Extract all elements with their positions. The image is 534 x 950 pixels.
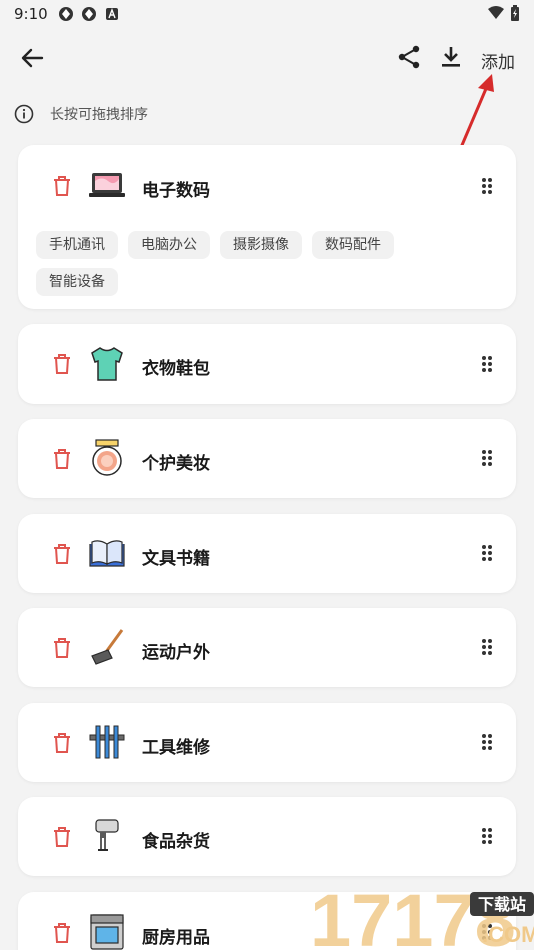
category-card-tools[interactable]: 工具维修 bbox=[18, 703, 516, 782]
category-row: 电子数码 bbox=[18, 145, 516, 225]
trash-icon[interactable] bbox=[52, 543, 72, 565]
category-label: 文具书籍 bbox=[142, 549, 210, 569]
shirt-icon bbox=[91, 347, 123, 381]
trash-icon[interactable] bbox=[52, 175, 72, 197]
category-label: 厨房用品 bbox=[142, 928, 210, 948]
share-icon[interactable] bbox=[396, 44, 422, 70]
tag-chip[interactable]: 摄影摄像 bbox=[220, 231, 302, 259]
tag-chip[interactable]: 电脑办公 bbox=[128, 231, 210, 259]
category-card-sports[interactable]: 运动户外 bbox=[18, 608, 516, 687]
info-icon bbox=[14, 104, 34, 124]
drag-handle-icon[interactable] bbox=[480, 637, 494, 657]
hint-row: 长按可拖拽排序 bbox=[14, 104, 148, 124]
racket-icon bbox=[91, 629, 124, 665]
category-label: 衣物鞋包 bbox=[142, 359, 210, 379]
trash-icon[interactable] bbox=[52, 353, 72, 375]
wifi-icon bbox=[488, 6, 504, 19]
mixer-icon bbox=[95, 819, 119, 851]
tag-chip[interactable]: 智能设备 bbox=[36, 268, 118, 296]
drag-handle-icon[interactable] bbox=[480, 354, 494, 374]
oven-icon bbox=[90, 914, 124, 950]
category-label: 运动户外 bbox=[142, 643, 210, 663]
category-card-digital[interactable]: 电子数码 手机通讯 电脑办公 摄影摄像 数码配件 智能设备 bbox=[18, 145, 516, 309]
battery-icon bbox=[511, 5, 519, 21]
drag-handle-icon[interactable] bbox=[480, 543, 494, 563]
trash-icon[interactable] bbox=[52, 448, 72, 470]
download-icon[interactable] bbox=[438, 44, 464, 70]
add-button[interactable]: 添加 bbox=[481, 48, 515, 73]
category-card-clothing[interactable]: 衣物鞋包 bbox=[18, 324, 516, 404]
compact-mirror-icon bbox=[92, 439, 122, 476]
category-card-kitchen[interactable]: 厨房用品 bbox=[18, 892, 516, 950]
category-card-beauty[interactable]: 个护美妆 bbox=[18, 419, 516, 498]
category-label: 食品杂货 bbox=[142, 832, 210, 852]
app-notification-icon bbox=[58, 7, 73, 21]
a-badge-icon bbox=[105, 8, 118, 20]
category-card-stationery[interactable]: 文具书籍 bbox=[18, 514, 516, 593]
drag-handle-icon[interactable] bbox=[480, 826, 494, 846]
back-arrow-icon[interactable] bbox=[18, 44, 46, 72]
drag-handle-icon[interactable] bbox=[480, 448, 494, 468]
category-label: 个护美妆 bbox=[142, 454, 210, 474]
book-icon bbox=[89, 540, 125, 567]
drag-handle-icon[interactable] bbox=[480, 922, 494, 942]
tag-chip[interactable]: 数码配件 bbox=[312, 231, 394, 259]
tool-rack-icon bbox=[89, 725, 125, 759]
laptop-icon bbox=[89, 173, 125, 197]
trash-icon[interactable] bbox=[52, 637, 72, 659]
status-bar: 9:10 bbox=[0, 0, 534, 28]
subcategory-tags: 手机通讯 电脑办公 摄影摄像 数码配件 智能设备 bbox=[36, 231, 436, 296]
drag-handle-icon[interactable] bbox=[480, 732, 494, 752]
category-label: 电子数码 bbox=[142, 181, 210, 201]
tag-chip[interactable]: 手机通讯 bbox=[36, 231, 118, 259]
drag-handle-icon[interactable] bbox=[480, 176, 494, 196]
status-time: 9:10 bbox=[14, 5, 48, 23]
trash-icon[interactable] bbox=[52, 922, 72, 944]
trash-icon[interactable] bbox=[52, 826, 72, 848]
category-label: 工具维修 bbox=[142, 738, 210, 758]
app-notification-icon bbox=[81, 7, 96, 21]
hint-text: 长按可拖拽排序 bbox=[50, 107, 148, 123]
trash-icon[interactable] bbox=[52, 732, 72, 754]
category-card-groceries[interactable]: 食品杂货 bbox=[18, 797, 516, 876]
